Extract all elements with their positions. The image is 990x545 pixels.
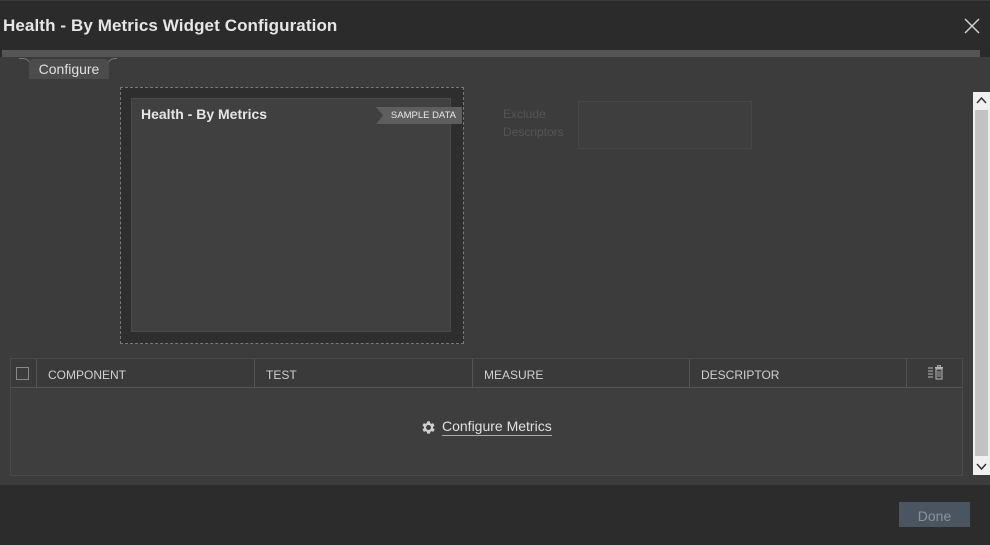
scrollbar-thumb[interactable]	[975, 110, 988, 456]
scroll-up-icon[interactable]	[973, 92, 990, 109]
column-test[interactable]: TEST	[255, 359, 473, 387]
column-measure[interactable]: MEASURE	[473, 359, 690, 387]
vertical-scrollbar[interactable]	[973, 92, 990, 475]
column-descriptor[interactable]: DESCRIPTOR	[690, 359, 907, 387]
widget-preview-title: Health - By Metrics	[141, 106, 268, 122]
scroll-down-icon[interactable]	[973, 458, 990, 475]
configure-metrics-link[interactable]: Configure Metrics	[420, 416, 552, 438]
exclude-descriptors-input[interactable]	[578, 101, 752, 149]
select-all-checkbox[interactable]	[16, 367, 29, 380]
done-button[interactable]: Done	[899, 502, 970, 527]
dialog-titlebar: Health - By Metrics Widget Configuration	[0, 0, 990, 50]
columns-delete-icon[interactable]	[927, 365, 945, 381]
select-all-cell	[11, 359, 37, 387]
column-component[interactable]: COMPONENT	[37, 359, 255, 387]
configure-metrics-label: Configure Metrics	[442, 418, 552, 436]
widget-preview	[131, 98, 451, 332]
exclude-descriptors-label: Exclude Descriptors	[503, 107, 564, 139]
close-icon[interactable]	[962, 16, 982, 36]
tab-configure[interactable]: Configure	[29, 59, 109, 79]
grid-header: COMPONENT TEST MEASURE DESCRIPTOR	[11, 359, 962, 388]
dialog-footer	[0, 485, 990, 545]
dialog-title: Health - By Metrics Widget Configuration	[3, 16, 338, 35]
title-divider	[2, 50, 980, 57]
sample-data-badge: SAMPLE DATA	[376, 107, 462, 124]
gear-icon	[422, 420, 435, 434]
